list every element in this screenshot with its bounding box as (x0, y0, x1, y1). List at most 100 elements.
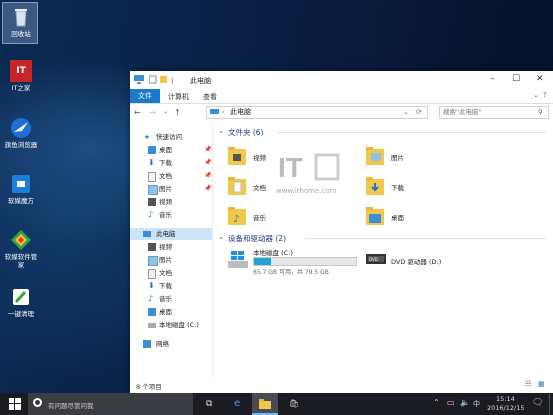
notification-icon[interactable]: 🗨 (532, 398, 543, 408)
volume-icon[interactable]: 🔈 (460, 398, 470, 407)
status-bar-count: 8 个项目 (136, 383, 162, 391)
quick-access-toolbar-icon[interactable]: | (148, 75, 179, 86)
chevron-down-icon[interactable]: ⌄ (218, 233, 224, 241)
search-input[interactable]: 搜索"此电脑" ⚲ (439, 106, 549, 119)
folder-downloads[interactable]: 下载 (366, 173, 426, 201)
folder-music[interactable]: ♪ 音乐 (228, 203, 288, 231)
details-view-icon[interactable]: ☷ (525, 380, 531, 388)
svg-text:♪: ♪ (233, 214, 239, 225)
nav-label: 音乐 (159, 211, 172, 219)
drives-group-header[interactable]: 设备和驱动器 (2) (228, 233, 286, 244)
video-icon (148, 198, 156, 206)
nav-pc-downloads[interactable]: ⬇ 下载 (130, 280, 212, 292)
tab-view[interactable]: 查看 (203, 92, 217, 102)
maximize-icon[interactable]: ☐ (512, 74, 520, 84)
cortana-circle-icon (33, 398, 42, 407)
trash-icon (10, 6, 32, 28)
nav-label: 视频 (159, 243, 172, 251)
nav-label: 桌面 (159, 308, 172, 316)
close-icon[interactable]: ✕ (536, 74, 544, 84)
taskbar-clock-time[interactable]: 15:14 (496, 395, 515, 403)
forward-icon[interactable]: → (149, 108, 156, 117)
music-icon: ♪ (148, 210, 154, 219)
chevron-down-icon[interactable]: ⌄ (218, 127, 224, 135)
cortana-search-box[interactable]: 有问题尽管问我 (28, 393, 193, 415)
nav-label: 本地磁盘 (C:) (159, 321, 199, 329)
desktop-icon-browser[interactable]: 旗鱼浏览器 (4, 117, 38, 149)
drive-c-usage-bar (253, 257, 357, 266)
recent-chevron-icon[interactable]: ⌄ (163, 108, 168, 115)
desktop-icon-label: 一键清理 (8, 310, 34, 318)
edge-icon[interactable]: e (234, 398, 240, 409)
task-view-icon[interactable]: ⧉ (206, 399, 212, 409)
swordfish-browser-icon (10, 117, 32, 139)
desktop-icon-cleaner[interactable]: 一键清理 (4, 286, 38, 318)
taskbar-explorer-button[interactable] (252, 393, 278, 415)
nav-quick-music[interactable]: ♪ 音乐 (130, 209, 212, 221)
divider (306, 238, 546, 239)
tray-chevron-icon[interactable]: ⌃ (433, 398, 440, 407)
start-button[interactable] (0, 393, 30, 415)
up-icon[interactable]: ↑ (174, 108, 181, 117)
recycle-bin-icon[interactable]: 回收站 (4, 6, 38, 38)
tab-computer[interactable]: 计算机 (168, 92, 189, 102)
tab-file[interactable]: 文件 (130, 89, 160, 103)
folder-label: 视频 (253, 154, 266, 162)
navigation-pane: ★ 快速访问 桌面 📌 ⬇ 下载 📌 文档 📌 图片 📌 视频 ♪ 音乐 此电脑… (130, 123, 213, 378)
nav-pc-drive-c[interactable]: 本地磁盘 (C:) (130, 319, 212, 331)
back-icon[interactable]: ← (134, 108, 141, 117)
address-dropdown-icon[interactable]: ⌄ (403, 107, 409, 118)
title-bar[interactable]: | 此电脑 – ☐ ✕ (130, 71, 553, 89)
address-bar[interactable]: › 此电脑 ⌄ ⟳ (206, 106, 428, 119)
nav-label: 此电脑 (156, 230, 176, 238)
nav-pc-desktop[interactable]: 桌面 (130, 306, 212, 318)
minimize-icon[interactable]: – (490, 74, 495, 84)
desktop-icon-ithome[interactable]: IT IT之家 (4, 60, 38, 92)
nav-label: 视频 (159, 198, 172, 206)
desktop-folder-icon (366, 207, 384, 225)
nav-label: 文档 (159, 269, 172, 277)
folder-pictures[interactable]: 图片 (366, 143, 426, 171)
ithome-watermark: IT www.ithome.com (272, 149, 372, 199)
refresh-icon[interactable]: ⟳ (416, 107, 422, 118)
ribbon: 文件 计算机 查看 ⌄ ? (130, 89, 553, 104)
nav-label: 图片 (159, 256, 172, 264)
nav-label: 网络 (156, 340, 169, 348)
desktop-icon-cube[interactable]: 软媒魔方 (4, 173, 38, 205)
nav-this-pc[interactable]: 此电脑 (130, 228, 212, 240)
drive-c[interactable]: 本地磁盘 (C:) 65.7 GB 可用，共 79.5 GB (228, 247, 363, 279)
nav-pc-pictures[interactable]: 图片 (130, 254, 212, 266)
windows-drive-icon (228, 251, 248, 268)
show-desktop-button[interactable] (549, 393, 553, 415)
breadcrumb[interactable]: 此电脑 (230, 107, 251, 118)
chevron-down-icon[interactable]: ⌄ (533, 91, 539, 99)
nav-quick-pictures[interactable]: 图片 📌 (130, 183, 212, 195)
large-icons-view-icon[interactable]: ▦ (538, 380, 545, 388)
nav-pc-music[interactable]: ♪ 音乐 (130, 293, 212, 305)
drive-d[interactable]: DVD DVD 驱动器 (D:) (366, 247, 486, 269)
explorer-window: | 此电脑 – ☐ ✕ 文件 计算机 查看 ⌄ ? ← → ⌄ ↑ › 此电脑 … (130, 71, 553, 393)
nav-quick-access[interactable]: ★ 快速访问 (130, 131, 212, 143)
cortana-placeholder: 有问题尽管问我 (48, 402, 94, 410)
nav-network[interactable]: 网络 (130, 338, 212, 350)
pictures-icon (148, 256, 158, 266)
desktop-icon-manager[interactable]: 软媒软件管家 (4, 229, 38, 269)
desktop-folder-icon (148, 146, 156, 154)
folders-group-header[interactable]: 文件夹 (6) (228, 127, 264, 138)
taskbar-clock-date[interactable]: 2016/12/15 (487, 404, 524, 412)
nav-quick-videos[interactable]: 视频 (130, 196, 212, 208)
nav-pc-videos[interactable]: 视频 (130, 241, 212, 253)
nav-quick-documents[interactable]: 文档 📌 (130, 170, 212, 182)
help-icon[interactable]: ? (543, 91, 547, 99)
network-tray-icon[interactable]: ▭ (447, 398, 455, 407)
folder-desktop[interactable]: 桌面 (366, 203, 426, 231)
nav-label: 音乐 (159, 295, 172, 303)
nav-quick-downloads[interactable]: ⬇ 下载 📌 (130, 157, 212, 169)
nav-quick-desktop[interactable]: 桌面 📌 (130, 144, 212, 156)
store-icon[interactable]: 🛍 (289, 399, 299, 408)
music-folder-icon: ♪ (228, 207, 246, 225)
nav-pc-documents[interactable]: 文档 (130, 267, 212, 279)
ime-icon[interactable]: 中 (473, 399, 480, 409)
network-icon (143, 340, 151, 348)
music-icon: ♪ (148, 294, 154, 303)
